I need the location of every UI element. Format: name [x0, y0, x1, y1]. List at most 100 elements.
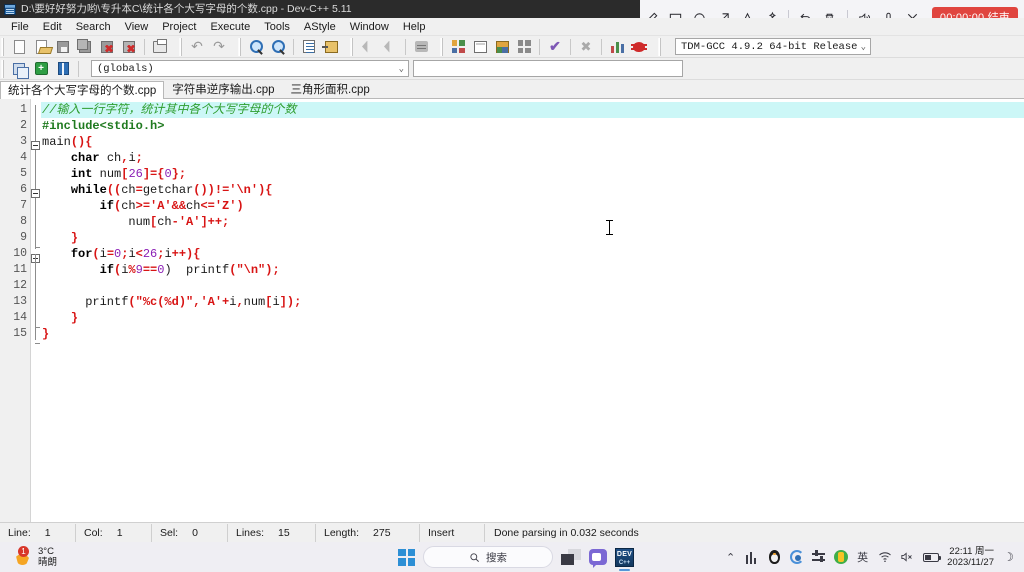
close-all-button[interactable]: [119, 37, 139, 57]
window-list-button[interactable]: [514, 37, 534, 57]
show-hidden-icons-chevron-icon[interactable]: ⌃: [723, 550, 738, 565]
replace-button[interactable]: [268, 37, 288, 57]
code-token: i: [128, 151, 136, 165]
start-button-icon[interactable]: [398, 548, 415, 566]
task-view-icon[interactable]: [561, 549, 581, 565]
code-line[interactable]: }: [41, 230, 1024, 246]
compile-button[interactable]: ✔: [545, 37, 565, 57]
code-line[interactable]: char ch,i;: [41, 150, 1024, 166]
ime-indicator[interactable]: 英: [855, 550, 870, 565]
find-button[interactable]: [246, 37, 266, 57]
menu-item-astyle[interactable]: AStyle: [297, 18, 343, 36]
toolbar-grip[interactable]: [1, 59, 6, 78]
status-insert-mode[interactable]: Insert: [420, 523, 485, 542]
forward-button[interactable]: [380, 37, 400, 57]
save-all-button[interactable]: [75, 37, 95, 57]
tab-uppercase-count[interactable]: 统计各个大写字母的个数.cpp: [0, 81, 165, 99]
code-line[interactable]: }: [41, 310, 1024, 326]
toolbar-grip[interactable]: [440, 37, 445, 56]
save-file-button[interactable]: [53, 37, 73, 57]
taskbar-search[interactable]: 搜索: [423, 546, 553, 568]
menu-item-execute[interactable]: Execute: [203, 18, 257, 36]
open-file-button[interactable]: [31, 37, 53, 57]
menu-item-search[interactable]: Search: [69, 18, 118, 36]
code-area[interactable]: //输入一行字符，统计其中各个大写字母的个数 #include<stdio.h> m…: [41, 99, 1024, 522]
taskbar-app-devcpp[interactable]: DEV C++: [615, 547, 634, 571]
code-token: ==: [142, 263, 158, 277]
menu-item-edit[interactable]: Edit: [36, 18, 69, 36]
code-line[interactable]: if(i%9==0) printf("\n");: [41, 262, 1024, 278]
menu-item-project[interactable]: Project: [155, 18, 203, 36]
scope-select[interactable]: (globals) ⌄: [91, 60, 409, 77]
security-shield-icon[interactable]: [833, 550, 848, 565]
toggle-bookmark-button[interactable]: [411, 37, 431, 57]
close-file-button[interactable]: [97, 37, 117, 57]
goto-line-button[interactable]: [299, 37, 319, 57]
project-options-button[interactable]: [470, 37, 490, 57]
code-line[interactable]: }: [41, 326, 1024, 342]
toolbar-grip[interactable]: [179, 37, 184, 56]
sync-icon[interactable]: [789, 550, 804, 565]
fold-marker-line-3[interactable]: [31, 141, 40, 150]
undo-button[interactable]: ↶: [187, 37, 207, 57]
fold-marker-line-6[interactable]: [31, 189, 40, 198]
stop-execution-button[interactable]: ✖: [576, 37, 596, 57]
code-folding-column[interactable]: [31, 99, 41, 522]
code-line[interactable]: num[ch-'A']++;: [41, 214, 1024, 230]
volume-muted-icon[interactable]: [899, 550, 914, 565]
code-token: printf: [42, 295, 129, 309]
qq-icon[interactable]: [767, 550, 782, 565]
code-line[interactable]: printf("%c(%d)",'A'+i,num[i]);: [41, 294, 1024, 310]
menu-item-file[interactable]: File: [4, 18, 36, 36]
debug-button[interactable]: [629, 37, 649, 57]
project-manager-button[interactable]: [492, 37, 512, 57]
toolbar-grip[interactable]: [350, 37, 355, 56]
compiler-select[interactable]: TDM-GCC 4.9.2 64-bit Release ⌄: [675, 38, 871, 55]
toolbar-grip[interactable]: [658, 37, 663, 56]
code-line[interactable]: int num[26]={0};: [41, 166, 1024, 182]
menu-item-tools[interactable]: Tools: [257, 18, 297, 36]
goto-function-button[interactable]: [321, 37, 341, 57]
music-player-icon[interactable]: [745, 550, 760, 565]
code-token: i: [164, 247, 172, 261]
wifi-icon[interactable]: [877, 550, 892, 565]
battery-icon[interactable]: [921, 550, 941, 565]
code-editor[interactable]: 1 2 3 4 5 6 7 8 9 10 11 12 13 14 15 //输入一行字符，统计其中各个大写字…: [0, 99, 1024, 522]
tab-triangle-area[interactable]: 三角形面积.cpp: [283, 80, 378, 98]
toolbar-grip[interactable]: [1, 37, 6, 56]
code-line[interactable]: #include<stdio.h>: [41, 118, 1024, 134]
class-browser-button[interactable]: [53, 59, 73, 79]
code-line[interactable]: main(){: [41, 134, 1024, 150]
code-token: getchar: [142, 183, 194, 197]
new-window-button[interactable]: [9, 59, 29, 79]
profile-button[interactable]: [607, 37, 627, 57]
chevron-down-icon: ⌄: [860, 41, 866, 52]
weather-widget[interactable]: 1 3°C 晴朗: [14, 546, 57, 568]
status-line: Line: 1: [0, 523, 76, 542]
dev-cpp-icon: [4, 3, 16, 15]
tab-reverse-string[interactable]: 字符串逆序输出.cpp: [164, 80, 282, 98]
code-line[interactable]: for(i=0;i<26;i++){: [41, 246, 1024, 262]
menu-item-window[interactable]: Window: [343, 18, 396, 36]
toolbar-divider: [539, 38, 540, 55]
code-line[interactable]: while((ch=getchar())!='\n'){: [41, 182, 1024, 198]
taskbar-clock[interactable]: 22:11 周一 2023/11/27: [947, 546, 994, 568]
symbol-select[interactable]: [413, 60, 683, 77]
code-line[interactable]: [41, 278, 1024, 294]
back-button[interactable]: [358, 37, 378, 57]
new-file-button[interactable]: [9, 37, 29, 57]
settings-sliders-icon[interactable]: [811, 550, 826, 565]
code-token: );: [265, 263, 280, 277]
focus-moon-icon[interactable]: ☽: [1001, 550, 1016, 565]
menu-item-help[interactable]: Help: [396, 18, 433, 36]
chat-icon[interactable]: [589, 549, 607, 565]
status-line-value: 1: [44, 526, 51, 539]
toolbar-grip[interactable]: [238, 37, 243, 56]
add-to-project-button[interactable]: +: [31, 59, 51, 79]
redo-button[interactable]: ↷: [209, 37, 229, 57]
menu-item-view[interactable]: View: [118, 18, 156, 36]
new-project-button[interactable]: [448, 37, 468, 57]
code-line[interactable]: if(ch>='A'&&ch<='Z'): [41, 198, 1024, 214]
print-button[interactable]: [150, 37, 170, 57]
code-line[interactable]: //输入一行字符，统计其中各个大写字母的个数: [41, 102, 1024, 118]
